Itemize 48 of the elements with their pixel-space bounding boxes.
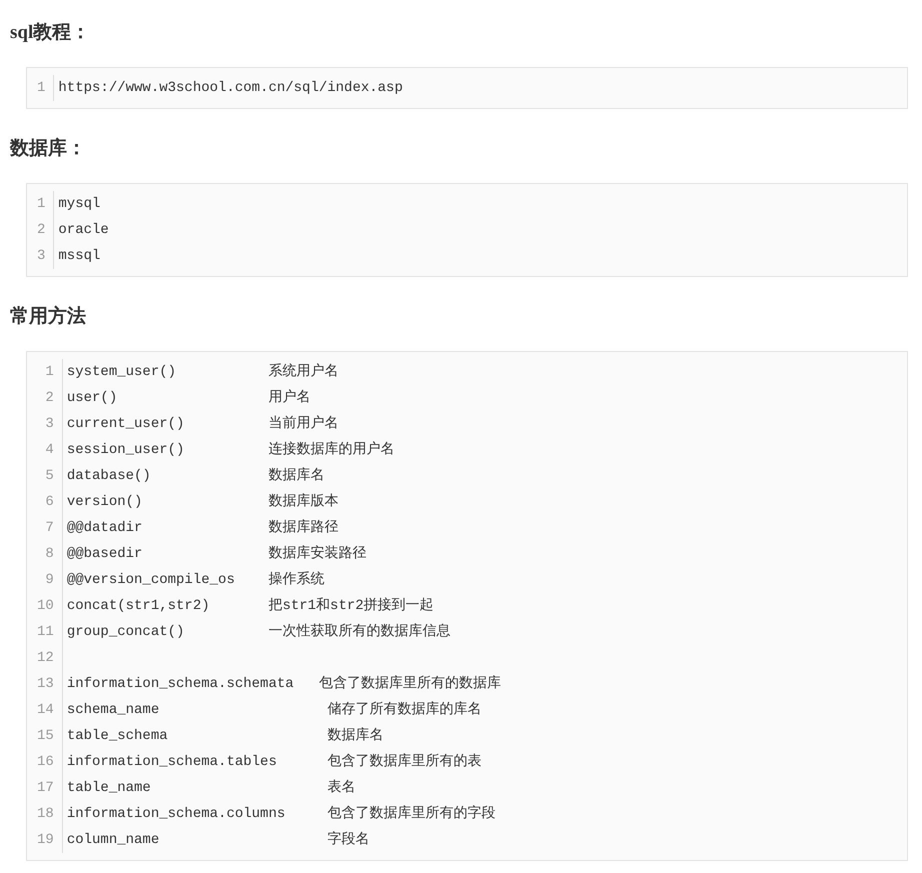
code-line: table_schema 数据库名 (66, 728, 384, 744)
line-number: 17 (37, 780, 54, 796)
code-line: concat(str1,str2) 把str1和str2拼接到一起 (66, 598, 434, 614)
code-line: @@basedir 数据库安装路径 (66, 546, 366, 562)
code-line: user() 用户名 (66, 390, 310, 406)
code-line: version() 数据库版本 (66, 494, 338, 510)
line-number: 10 (37, 598, 54, 614)
line-number: 15 (37, 728, 54, 744)
line-number: 19 (37, 832, 54, 848)
code-line: information_schema.columns 包含了数据库里所有的字段 (66, 806, 496, 822)
code-line: group_concat() 一次性获取所有的数据库信息 (66, 624, 450, 640)
section-heading: sql教程： (10, 21, 92, 45)
line-number: 8 (45, 546, 54, 562)
line-number: 14 (37, 702, 54, 718)
line-number: 2 (37, 222, 46, 238)
code-line: column_name 字段名 (66, 832, 370, 848)
line-number: 3 (37, 248, 46, 264)
code-line: system_user() 系统用户名 (66, 364, 338, 380)
line-number: 7 (45, 520, 54, 536)
section-heading: 数据库： (10, 136, 87, 161)
line-number: 16 (37, 754, 54, 770)
code-line: @@version_compile_os 操作系统 (66, 572, 324, 588)
line-number: 5 (45, 468, 54, 484)
line-number: 11 (37, 624, 54, 640)
code-line: session_user() 连接数据库的用户名 (66, 442, 394, 458)
line-number: 1 (37, 196, 46, 212)
line-number: 2 (45, 390, 54, 406)
code-line: mssql (58, 248, 100, 264)
code-line: table_name 表名 (66, 780, 356, 796)
line-number: 12 (37, 650, 54, 666)
code-line: information_schema.tables 包含了数据库里所有的表 (66, 754, 482, 770)
line-number: 4 (45, 442, 54, 458)
code-line: @@datadir 数据库路径 (66, 520, 338, 536)
code-line: current_user() 当前用户名 (66, 416, 338, 432)
line-number: 1 (37, 80, 46, 96)
code-line: oracle (58, 222, 109, 238)
section-heading: 常用方法 (10, 304, 87, 329)
line-number: 18 (37, 806, 54, 822)
line-number: 3 (45, 416, 54, 432)
code-line: schema_name 储存了所有数据库的库名 (66, 702, 482, 718)
line-number: 6 (45, 494, 54, 510)
line-number: 13 (37, 676, 54, 692)
code-line: https://www.w3school.com.cn/sql/index.asp (58, 80, 403, 96)
code-line: mysql (58, 196, 100, 212)
code-line: information_schema.schemata 包含了数据库里所有的数据库 (66, 676, 501, 692)
line-number: 1 (45, 364, 54, 380)
line-number: 9 (45, 572, 54, 588)
code-line: database() 数据库名 (66, 468, 324, 484)
